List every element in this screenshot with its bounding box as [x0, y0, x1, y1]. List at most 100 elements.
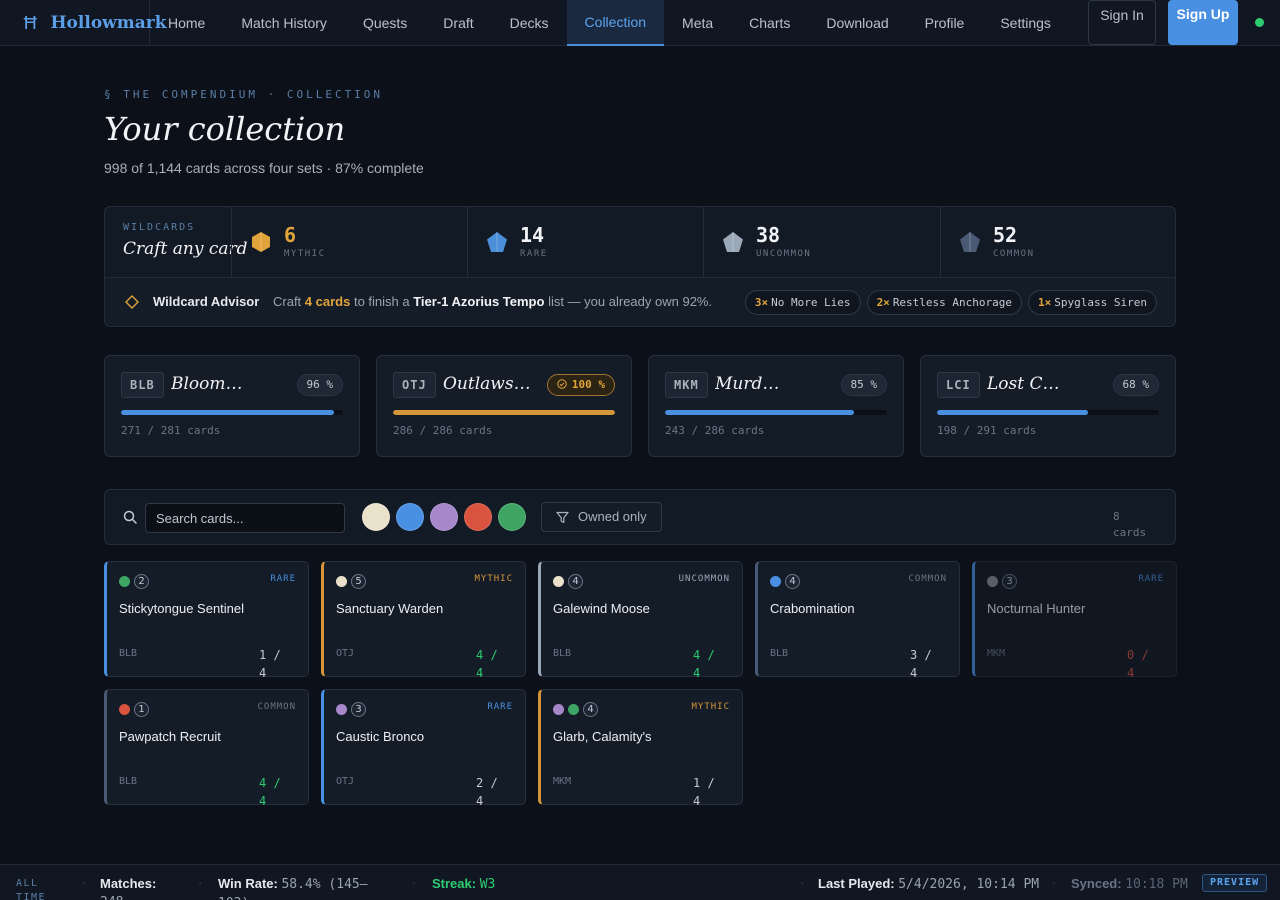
- mana-cost: 5: [336, 574, 366, 589]
- card-owned-count: 1 / 4: [259, 648, 281, 680]
- brand[interactable]: Ħ Hollowmark: [0, 0, 167, 46]
- owned-only-toggle[interactable]: Owned only: [541, 502, 662, 532]
- wildcard-rarity: UNCOMMON: [756, 249, 812, 259]
- search-icon: [123, 510, 137, 524]
- mana-cost: 2: [119, 574, 149, 589]
- wildcard-count: 6: [284, 223, 297, 247]
- mana-pip: [336, 704, 347, 715]
- set-percent: 96 %: [306, 378, 334, 391]
- mana-value: 3: [1002, 574, 1017, 589]
- sign-in-button[interactable]: Sign In: [1088, 0, 1156, 45]
- top-nav: Ħ Hollowmark Home Match History Quests Draf…: [0, 0, 1280, 46]
- nav-links: Home Match History Quests Draft Decks Collect…: [150, 0, 1069, 46]
- nav-home[interactable]: Home: [150, 0, 223, 46]
- mana-filter-green[interactable]: [498, 503, 526, 531]
- logo-icon: Ħ: [22, 12, 39, 34]
- card-tile[interactable]: 5 MYTHIC Sanctuary Warden OTJ 4 / 4: [321, 561, 526, 680]
- mana-pip: [119, 576, 130, 587]
- nav-profile[interactable]: Profile: [907, 0, 983, 46]
- wildcard-rare: 14 RARE: [467, 207, 703, 277]
- set-card-count: 243 / 286 cards: [665, 424, 765, 437]
- craft-suggestion-chip[interactable]: 3× No More Lies: [744, 290, 861, 315]
- set-code: LCI: [937, 372, 980, 398]
- set-name: Murders at Karlov Manor: [715, 374, 789, 394]
- card-tile[interactable]: 2 RARE Stickytongue Sentinel BLB 1 / 4: [104, 561, 309, 680]
- set-code: OTJ: [393, 372, 436, 398]
- card-set: MKM: [553, 776, 572, 787]
- mana-filter-red[interactable]: [464, 503, 492, 531]
- card-rarity: RARE: [1138, 574, 1164, 584]
- set-card-lci[interactable]: LCI Lost Caverns of Ixalan 68 % 198 / 291 c…: [920, 355, 1176, 457]
- card-owned-count: 4 / 4: [693, 648, 715, 680]
- card-name: Nocturnal Hunter: [987, 601, 1086, 616]
- set-progress-bar: [937, 410, 1159, 415]
- mana-filter-white[interactable]: [362, 503, 390, 531]
- nav-download[interactable]: Download: [808, 0, 906, 46]
- card-name: Galewind Moose: [553, 601, 650, 616]
- card-tile[interactable]: 4 MYTHIC Glarb, Calamity's MKM 1 / 4: [538, 689, 743, 808]
- set-progress-fill: [665, 410, 854, 415]
- mana-pip: [119, 704, 130, 715]
- card-tile[interactable]: 4 UNCOMMON Galewind Moose BLB 4 / 4: [538, 561, 743, 680]
- owned-only-label: Owned only: [578, 509, 647, 524]
- card-set: BLB: [119, 648, 138, 659]
- wildcard-advisor: Wildcard Advisor Craft 4 cards to finish…: [105, 277, 1175, 326]
- set-card-count: 286 / 286 cards: [393, 424, 493, 437]
- card-set: BLB: [553, 648, 572, 659]
- wildcard-count: 38: [756, 223, 781, 247]
- common-wildcard-icon: [960, 232, 980, 252]
- nav-draft[interactable]: Draft: [425, 0, 491, 46]
- nav-quests[interactable]: Quests: [345, 0, 425, 46]
- wildcards-craft-text: Craft any card: [123, 239, 248, 259]
- card-rarity: MYTHIC: [691, 702, 730, 712]
- card-tile[interactable]: 3 RARE Nocturnal Hunter MKM 0 / 4: [972, 561, 1177, 680]
- craft-suggestion-chip[interactable]: 2× Restless Anchorage: [866, 290, 1023, 315]
- set-progress-fill: [393, 410, 615, 415]
- card-owned-count: 4 / 4: [259, 776, 281, 808]
- search-input[interactable]: [145, 503, 345, 533]
- set-code: BLB: [121, 372, 164, 398]
- wildcard-rarity: RARE: [520, 249, 548, 259]
- footer-separator: ·: [1052, 875, 1057, 890]
- mana-filter-blue[interactable]: [396, 503, 424, 531]
- filter-bar: Owned only 8 cards: [104, 489, 1176, 545]
- set-card-count: 198 / 291 cards: [937, 424, 1037, 437]
- set-card-blb[interactable]: BLB Bloomburrow 96 % 271 / 281 cards: [104, 355, 360, 457]
- mana-value: 1: [134, 702, 149, 717]
- sign-up-button[interactable]: Sign Up: [1168, 0, 1238, 45]
- set-name: Bloomburrow: [171, 374, 245, 394]
- card-name: Caustic Bronco: [336, 729, 425, 744]
- mana-filter-black[interactable]: [430, 503, 458, 531]
- uncommon-wildcard-icon: [723, 232, 743, 252]
- card-owned-count: 4 / 4: [476, 648, 498, 680]
- craft-suggestion-chip[interactable]: 1× Spyglass Siren: [1028, 290, 1157, 315]
- nav-charts[interactable]: Charts: [731, 0, 808, 46]
- nav-settings[interactable]: Settings: [982, 0, 1069, 46]
- mana-pip: [553, 576, 564, 587]
- card-rarity: RARE: [270, 574, 296, 584]
- set-percent: 68 %: [1122, 378, 1150, 391]
- mana-pip: [987, 576, 998, 587]
- set-card-otj[interactable]: OTJ Outlaws of Thunder Junction 100 % 286 /…: [376, 355, 632, 457]
- set-completion-badge: 68 %: [1112, 374, 1159, 396]
- mana-value: 2: [134, 574, 149, 589]
- card-tile[interactable]: 3 RARE Caustic Bronco OTJ 2 / 4: [321, 689, 526, 808]
- set-percent: 85 %: [850, 378, 878, 391]
- nav-collection[interactable]: Collection: [566, 0, 665, 46]
- mana-value: 5: [351, 574, 366, 589]
- nav-decks[interactable]: Decks: [492, 0, 567, 46]
- card-tile[interactable]: 1 COMMON Pawpatch Recruit BLB 4 / 4: [104, 689, 309, 808]
- wildcards-panel: WILDCARDS Craft any card 6 MYTHIC 14 RARE 38…: [104, 206, 1176, 327]
- card-tile[interactable]: 4 COMMON Crabomination BLB 3 / 4: [755, 561, 960, 680]
- nav-match-history[interactable]: Match History: [223, 0, 345, 46]
- set-card-mkm[interactable]: MKM Murders at Karlov Manor 85 % 243 / 286 …: [648, 355, 904, 457]
- footer-win-rate: Win Rate: 58.4% (145–103): [218, 876, 368, 900]
- wildcard-rarity: MYTHIC: [284, 249, 326, 259]
- mana-pip: [553, 704, 564, 715]
- set-completion-badge: 85 %: [840, 374, 887, 396]
- mana-cost: 1: [119, 702, 149, 717]
- wildcard-count: 52: [993, 223, 1018, 247]
- mana-value: 4: [568, 574, 583, 589]
- advisor-title: Wildcard Advisor: [153, 294, 260, 309]
- nav-meta[interactable]: Meta: [664, 0, 731, 46]
